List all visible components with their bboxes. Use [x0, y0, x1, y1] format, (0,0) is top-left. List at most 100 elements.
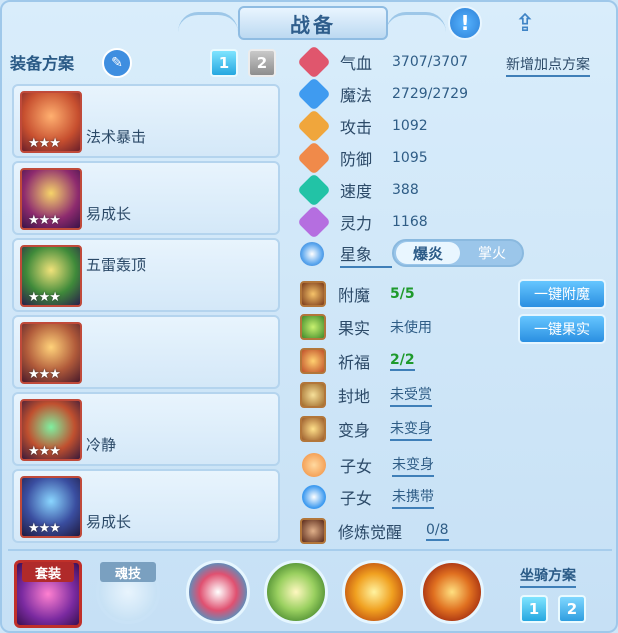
armor-icon: ★★★	[20, 245, 82, 307]
enhance-label: 附魔	[338, 286, 371, 305]
star-rating: ★★★	[28, 136, 61, 151]
add-points-scheme-link[interactable]: 新增加点方案	[506, 54, 590, 77]
enhance-child-carry[interactable]: 子女 未携带	[300, 483, 434, 511]
skill-fan-icon[interactable]	[186, 560, 250, 624]
share-icon[interactable]: ⇪	[508, 6, 542, 40]
battle-prep-panel: 战备 ! ⇪ 装备方案 ✎ 1 2 ★★★ 法术暴击 ★★★ 易成长 ★★★ 五…	[0, 0, 618, 633]
equipment-slot-4[interactable]: ★★★	[12, 315, 280, 389]
necklace-icon: ★★★	[20, 322, 82, 384]
enhance-value: 未受赏	[390, 384, 432, 407]
equipment-slot-1[interactable]: ★★★ 法术暴击	[12, 84, 280, 158]
xingxiang-option-zhanghuo[interactable]: 掌火	[462, 242, 522, 264]
mount-page-1-button[interactable]: 1	[520, 595, 548, 623]
xingxiang-toggle[interactable]: 爆炎 掌火	[392, 239, 524, 267]
star-rating: ★★★	[28, 213, 61, 228]
stat-label: 攻击	[340, 118, 373, 137]
xingxiang-label[interactable]: 星象	[340, 241, 392, 268]
stat-label: 灵力	[340, 214, 373, 233]
stat-value: 1095	[392, 150, 428, 166]
enhance-transform[interactable]: 变身 未变身	[300, 415, 432, 443]
stat-label: 速度	[340, 182, 373, 201]
enhance-value: 未使用	[390, 320, 432, 336]
equipment-effect: 冷静	[86, 436, 117, 454]
xingxiang-option-baoyan[interactable]: 爆炎	[396, 242, 460, 264]
star-rating: ★★★	[28, 444, 61, 459]
enhance-label: 子女	[340, 457, 373, 476]
equipment-effect: 五雷轰顶	[86, 256, 147, 274]
soul-skill-label: 魂技	[100, 562, 156, 582]
enhance-fruit[interactable]: 果实 未使用	[300, 313, 432, 341]
page-title: 战备	[238, 6, 388, 40]
enchant-icon	[300, 281, 326, 307]
enhance-blessing[interactable]: 祈福 2/2	[300, 347, 415, 375]
enhance-label: 变身	[338, 421, 371, 440]
scheme-page-2-button[interactable]: 2	[248, 49, 276, 77]
scheme-page-1-button[interactable]: 1	[210, 49, 238, 77]
stat-attack: 攻击 1092	[297, 109, 428, 143]
mount-scheme-label[interactable]: 坐骑方案	[520, 565, 576, 588]
exclamation-icon[interactable]: !	[448, 6, 482, 40]
helmet-icon: ★★★	[20, 168, 82, 230]
title-ornament-left	[178, 12, 238, 34]
stat-spirit: 灵力 1168	[297, 205, 428, 239]
mount-page-2-button[interactable]: 2	[558, 595, 586, 623]
enhance-value: 5/5	[390, 286, 415, 302]
equipment-slot-6[interactable]: ★★★ 易成长	[12, 469, 280, 543]
fruit-icon	[300, 314, 326, 340]
star-rating: ★★★	[28, 290, 61, 305]
star-rating: ★★★	[28, 521, 61, 536]
stat-speed: 速度 388	[297, 173, 419, 207]
skill-sage-icon[interactable]	[264, 560, 328, 624]
weapon-icon: ★★★	[20, 91, 82, 153]
stat-hp: 气血 3707/3707	[297, 45, 468, 79]
divider	[8, 549, 612, 551]
heart-icon	[297, 45, 331, 79]
shield-icon	[297, 141, 331, 175]
skill-fire-spirit-icon[interactable]	[420, 560, 484, 624]
one-key-enchant-button[interactable]: 一键附魔	[518, 279, 606, 309]
stat-label: 魔法	[340, 86, 373, 105]
skill-flame-icon[interactable]	[342, 560, 406, 624]
belt-icon: ★★★	[20, 399, 82, 461]
star-rating: ★★★	[28, 367, 61, 382]
spirit-icon	[297, 205, 331, 239]
star-compass-icon	[300, 242, 324, 266]
equipment-effect: 易成长	[86, 513, 132, 531]
enhance-fief[interactable]: 封地 未受赏	[300, 381, 432, 409]
equipment-slot-3[interactable]: ★★★ 五雷轰顶	[12, 238, 280, 312]
enhance-label: 果实	[338, 319, 371, 338]
child-icon	[302, 453, 326, 477]
stat-value: 3707/3707	[392, 54, 468, 70]
equipment-slot-5[interactable]: ★★★ 冷静	[12, 392, 280, 466]
enhance-value: 未变身	[390, 418, 432, 441]
stat-value: 2729/2729	[392, 86, 468, 102]
blessing-icon	[300, 348, 326, 374]
stat-label: 气血	[340, 54, 373, 73]
equipment-effect: 易成长	[86, 205, 132, 223]
enhance-label: 封地	[338, 387, 371, 406]
enhance-value: 2/2	[390, 352, 415, 371]
enhance-label: 祈福	[338, 353, 371, 372]
stat-label: 防御	[340, 150, 373, 169]
equipment-slot-2[interactable]: ★★★ 易成长	[12, 161, 280, 235]
sword-icon	[297, 109, 331, 143]
enhance-child-transform[interactable]: 子女 未变身	[300, 451, 434, 479]
paw-icon	[302, 485, 326, 509]
enhance-enchant[interactable]: 附魔 5/5	[300, 280, 415, 308]
enhance-value: 未变身	[392, 454, 434, 477]
stat-value: 1168	[392, 214, 428, 230]
stat-mp: 魔法 2729/2729	[297, 77, 468, 111]
edit-scheme-button[interactable]: ✎	[102, 48, 132, 78]
mana-icon	[297, 77, 331, 111]
boots-icon: ★★★	[20, 476, 82, 538]
cultivation-icon	[300, 518, 326, 544]
stat-value: 1092	[392, 118, 428, 134]
one-key-fruit-button[interactable]: 一键果实	[518, 314, 606, 344]
enhance-label: 修炼觉醒	[338, 523, 403, 542]
fief-icon	[300, 382, 326, 408]
enhance-label: 子女	[340, 489, 373, 508]
enhance-cultivation[interactable]: 修炼觉醒 0/8	[300, 517, 449, 545]
suit-label: 套装	[22, 562, 74, 582]
equipment-effect: 法术暴击	[86, 128, 147, 146]
enhance-value: 0/8	[426, 522, 449, 541]
